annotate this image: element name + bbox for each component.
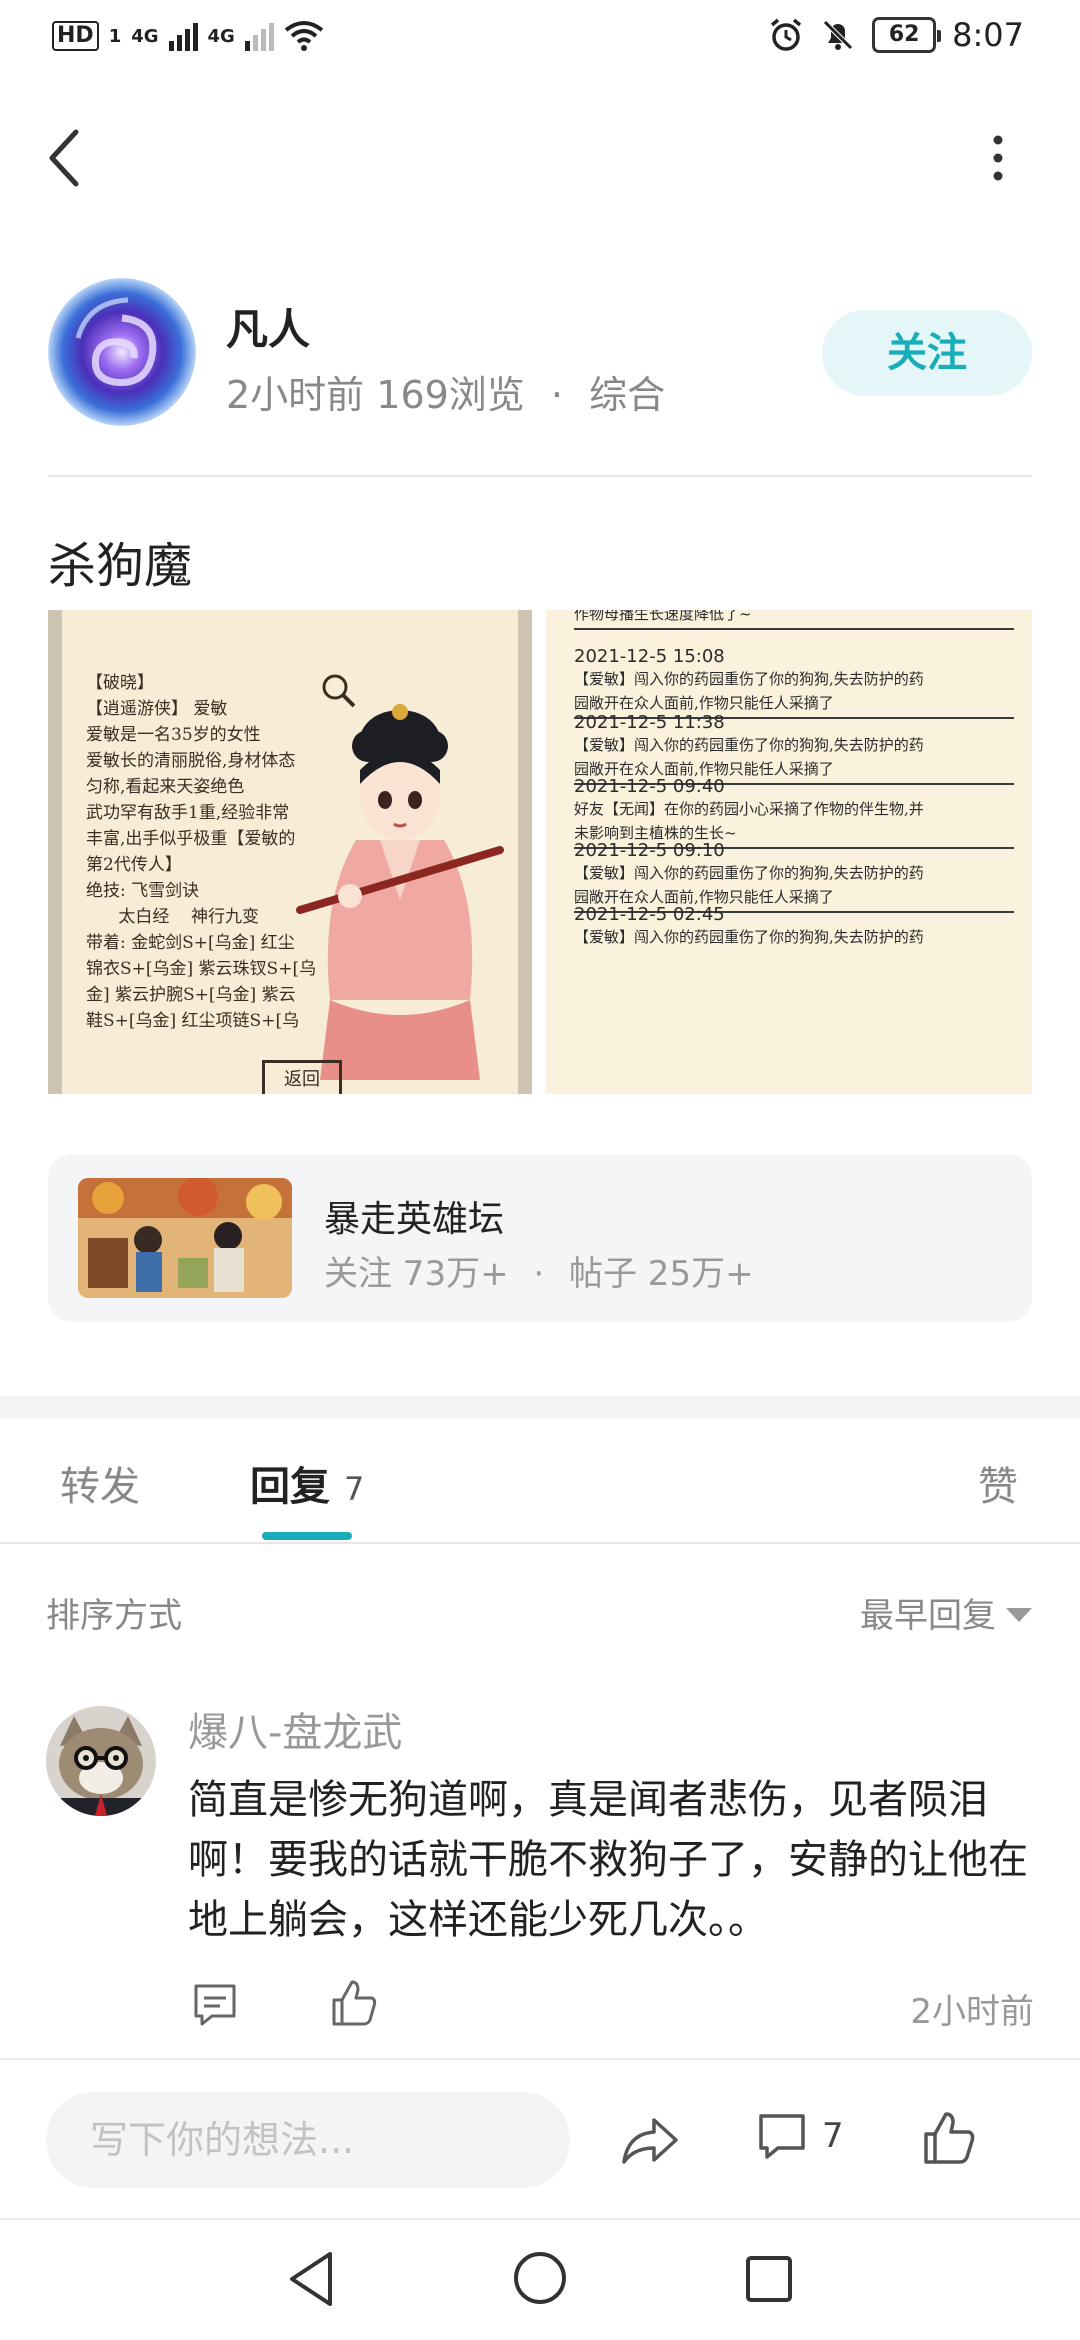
network-label-1: 4G (131, 25, 159, 47)
meta-separator: · (550, 373, 563, 417)
nav-recent-apps-icon[interactable] (744, 2254, 794, 2304)
tab-reply[interactable]: 回复 7 (250, 1454, 364, 1512)
log-entry: 2021-12-5 09:40 好友【无闻】在你的药园小心采摘了作物的伴生物,并… (574, 776, 1014, 849)
clock: 8:07 (952, 16, 1024, 54)
log-entry: 2021-12-5 15:08 【爱敏】闯入你的药园重伤了你的狗狗,失去防护的药… (574, 646, 1014, 719)
nav-home-icon[interactable] (512, 2250, 568, 2306)
post-image-1[interactable]: 【破晓】 【逍遥游侠】 爱敏 爱敏是一名35岁的女性 爱敏长的清丽脱俗,身材体态… (48, 610, 532, 1094)
sort-value: 最早回复 (860, 1596, 996, 1636)
tab-repost[interactable]: 转发 (60, 1454, 140, 1512)
network-label-2: 4G (207, 25, 235, 47)
thumbs-up-icon[interactable] (330, 1978, 378, 2028)
forum-posts: 帖子 25万+ (569, 1254, 754, 1294)
divider (48, 475, 1032, 477)
log-date: 2021-12-5 02:45 (574, 904, 725, 925)
forum-stats: 关注 73万+ · 帖子 25万+ (324, 1246, 754, 1295)
like-icon[interactable] (922, 2110, 976, 2166)
reply-icon[interactable] (190, 1980, 240, 2030)
caret-down-icon (1006, 1607, 1032, 1622)
log-date: 2021-12-5 09:40 (574, 776, 725, 797)
back-arrow-icon[interactable] (40, 122, 88, 194)
log-text: 【爱敏】闯入你的药园重伤了你的狗狗,失去防护的药 (574, 928, 924, 946)
sort-label: 排序方式 (46, 1596, 182, 1636)
log-date: 2021-12-5 11:38 (574, 712, 725, 733)
more-options-icon[interactable] (976, 128, 1020, 192)
forum-name: 暴走英雄坛 (324, 1199, 505, 1240)
post-image-2[interactable]: 作物母播生长速度降低了~ 2021-12-5 15:08 【爱敏】闯入你的药园重… (546, 610, 1032, 1094)
commenter-avatar[interactable] (46, 1706, 156, 1816)
commenter-name[interactable]: 爆八-盘龙武 (188, 1700, 402, 1758)
status-left: HD 1 4G 4G (52, 20, 324, 52)
mute-bell-icon (823, 20, 853, 50)
log-date: 2021-12-5 09:10 (574, 840, 725, 861)
alarm-icon (771, 18, 802, 51)
log-entry: 2021-12-5 11:38 【爱敏】闯入你的药园重伤了你的狗狗,失去防护的药… (574, 712, 1014, 785)
signal-icon-2 (244, 21, 274, 51)
post-views: 169浏览 (376, 373, 525, 417)
forum-card[interactable]: 暴走英雄坛 关注 73万+ · 帖子 25万+ (48, 1154, 1032, 1322)
hd-badge: HD (52, 21, 99, 51)
log-text: 【爱敏】闯入你的药园重伤了你的狗狗,失去防护的药 园敞开在众人面前,作物只能任人… (574, 864, 924, 906)
post-category[interactable]: 综合 (589, 373, 665, 417)
log-text: 作物母播生长速度降低了~ (574, 610, 752, 623)
divider (0, 2058, 1080, 2060)
tab-reply-label: 回复 (250, 1464, 330, 1510)
return-button: 返回 (262, 1060, 342, 1094)
status-bar: HD 1 4G 4G 62 8:07 (0, 0, 1080, 76)
tab-indicator (262, 1532, 352, 1540)
log-date: 2021-12-5 15:08 (574, 646, 725, 667)
image1-text: 【破晓】 【逍遥游侠】 爱敏 爱敏是一名35岁的女性 爱敏长的清丽脱俗,身材体态… (86, 673, 317, 1031)
nav-back-icon[interactable] (284, 2248, 338, 2310)
status-right: 62 8:07 (768, 16, 1024, 54)
divider (0, 2218, 1080, 2220)
follow-button[interactable]: 关注 (822, 310, 1032, 396)
log-text: 【爱敏】闯入你的药园重伤了你的狗狗,失去防护的药 园敞开在众人面前,作物只能任人… (574, 736, 924, 778)
stats-separator: · (533, 1254, 545, 1294)
log-entry: 2021-12-5 09:10 【爱敏】闯入你的药园重伤了你的狗狗,失去防护的药… (574, 840, 1014, 913)
comment-time: 2小时前 (910, 1992, 1034, 2032)
post-meta: 2小时前 169浏览 · 综合 (226, 364, 665, 419)
signal-icon-1 (168, 21, 198, 51)
post-time: 2小时前 (226, 373, 365, 417)
comment-icon (759, 2114, 805, 2159)
tab-like[interactable]: 赞 (978, 1454, 1018, 1512)
tab-reply-count: 7 (344, 1470, 365, 1508)
comment-button[interactable]: 7 (756, 2110, 844, 2162)
author-name[interactable]: 凡人 (226, 296, 310, 357)
share-icon[interactable] (620, 2114, 680, 2168)
post-title: 杀狗魔 (48, 538, 193, 594)
forum-thumbnail (78, 1178, 292, 1298)
log-rule (574, 628, 1014, 630)
author-avatar[interactable] (48, 278, 196, 426)
character-illustration (296, 704, 504, 1080)
comment-input[interactable] (46, 2092, 570, 2188)
sort-dropdown[interactable]: 最早回复 (860, 1588, 1032, 1637)
comment-text: 简直是惨无狗道啊，真是闻者悲伤，见者陨泪啊！要我的话就干脆不救狗子了，安静的让他… (188, 1777, 1028, 1943)
forum-followers: 关注 73万+ (324, 1254, 509, 1294)
battery-indicator: 62 (872, 17, 942, 53)
log-entry: 作物母播生长速度降低了~ (574, 610, 1014, 630)
section-gap (0, 1396, 1080, 1418)
comment-count: 7 (822, 2116, 844, 2156)
divider (0, 1542, 1080, 1544)
log-text: 【爱敏】闯入你的药园重伤了你的狗狗,失去防护的药 园敞开在众人面前,作物只能任人… (574, 670, 924, 712)
log-entry: 2021-12-5 02:45 【爱敏】闯入你的药园重伤了你的狗狗,失去防护的药 (574, 904, 1014, 949)
sim1-label: 1 (108, 25, 122, 47)
log-text: 好友【无闻】在你的药园小心采摘了作物的伴生物,并 未影响到主植株的生长~ (574, 800, 924, 842)
wifi-icon (284, 21, 324, 51)
